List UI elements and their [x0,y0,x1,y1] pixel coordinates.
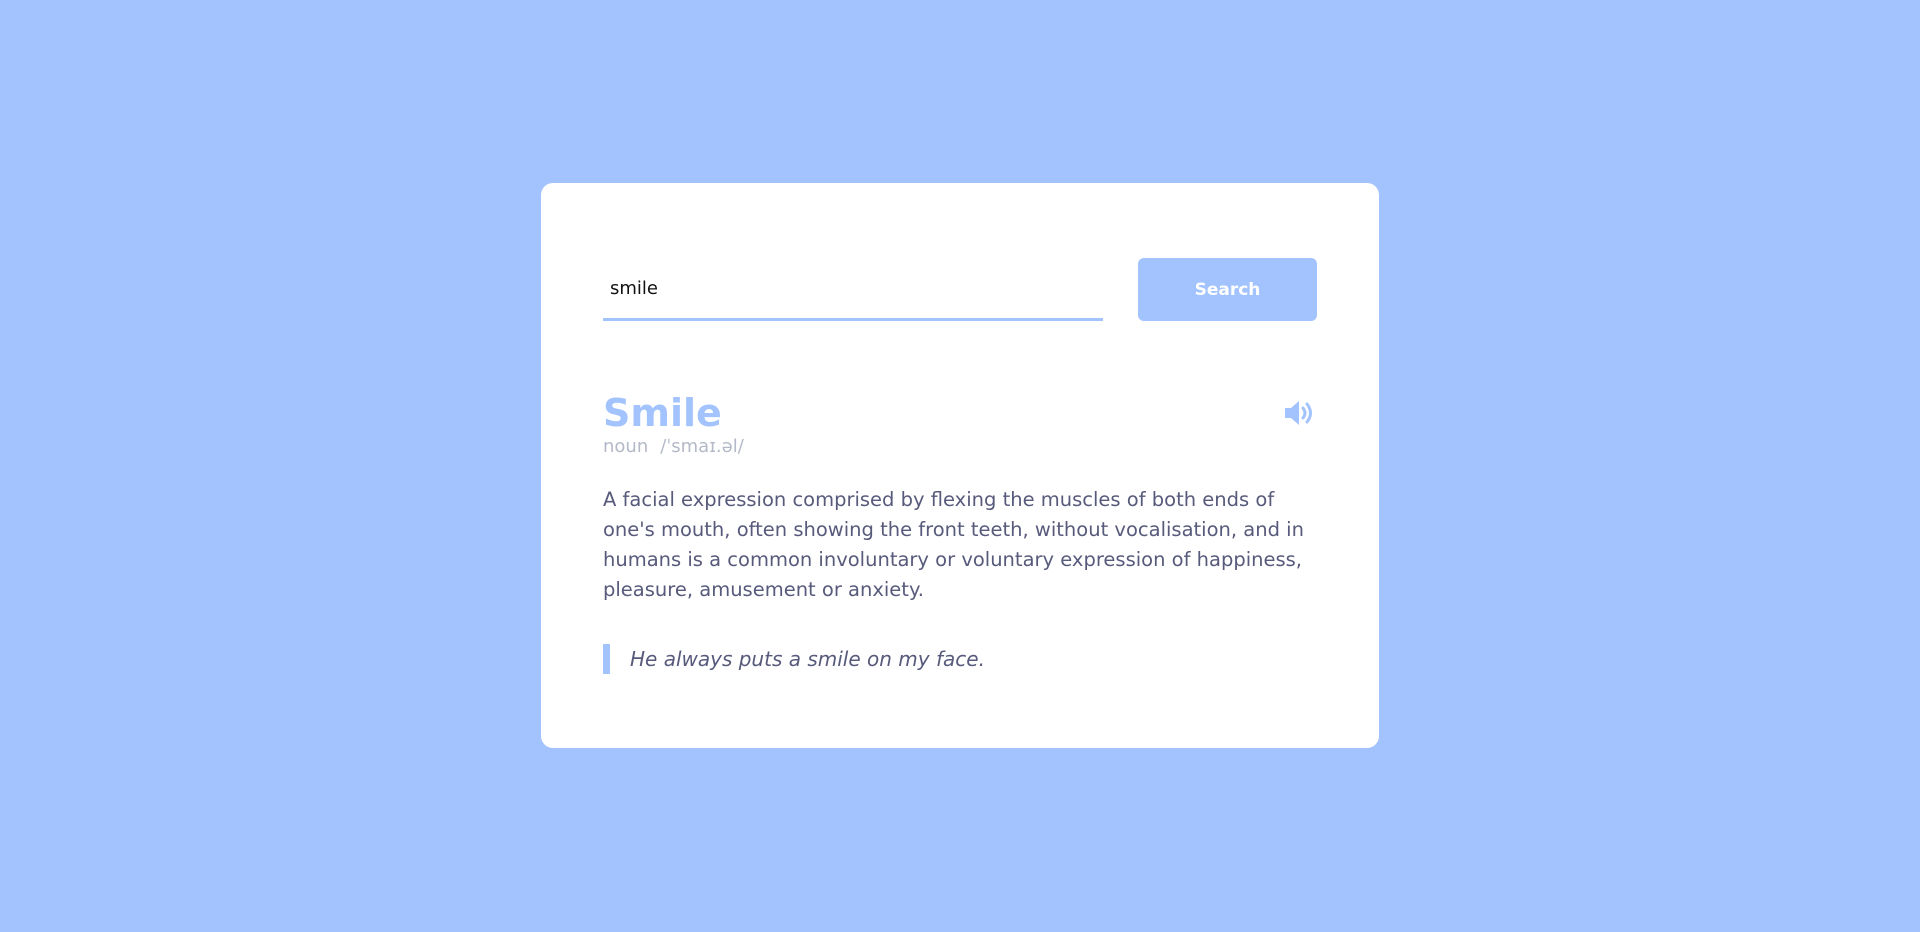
example-quote: He always puts a smile on my face. [603,644,1317,674]
search-row: Search [603,258,1317,321]
definition-text: A facial expression comprised by flexing… [603,488,1304,601]
word-header: Smile [603,390,1317,440]
word-title: Smile [603,391,722,435]
phonetic-text: /ˈsmaɪ.əl/ [660,436,744,457]
part-of-speech: noun [603,436,649,457]
search-button[interactable]: Search [1138,258,1317,321]
audio-play-button[interactable] [1283,398,1317,428]
dictionary-card: Search Smile noun/ˈsmaɪ.əl/ A facial exp… [541,183,1379,748]
word-details: noun/ˈsmaɪ.əl/ [603,436,744,457]
search-input[interactable] [603,258,1103,321]
speaker-volume-icon [1285,401,1312,425]
